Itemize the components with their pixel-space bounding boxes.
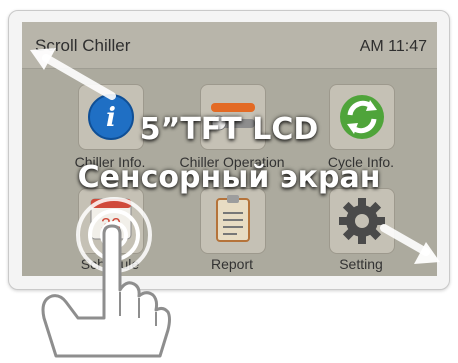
hand-pointer-icon <box>41 224 171 358</box>
touch-gesture <box>41 197 171 358</box>
